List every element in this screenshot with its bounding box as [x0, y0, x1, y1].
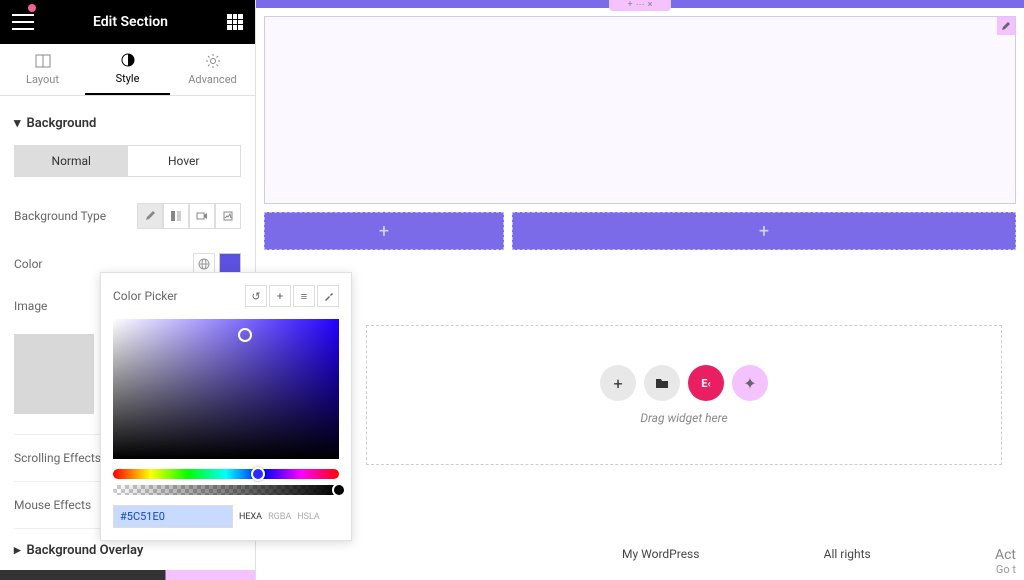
color-label: Color	[14, 257, 42, 271]
ai-button[interactable]: ✦	[732, 365, 768, 401]
gear-icon	[205, 53, 221, 69]
add-widget-button[interactable]: +	[600, 365, 636, 401]
plus-icon: +	[277, 290, 283, 303]
hamburger-icon[interactable]	[12, 14, 34, 30]
tab-style-label: Style	[116, 72, 140, 85]
background-heading-label: Background	[27, 116, 97, 131]
video-icon	[196, 210, 208, 222]
site-name: My WordPress	[622, 547, 699, 576]
add-column-left[interactable]: +	[264, 212, 504, 250]
plus-icon: +	[613, 374, 622, 393]
format-hexa[interactable]: HEXA	[239, 512, 262, 522]
columns-row: + +	[264, 212, 1016, 250]
format-rgba[interactable]: RGBA	[268, 512, 291, 522]
eyedropper-button[interactable]	[317, 285, 339, 307]
swatches-button[interactable]: ≡	[293, 285, 315, 307]
eyedropper-icon	[323, 291, 334, 302]
bg-type-label: Background Type	[14, 209, 106, 223]
edit-section-badge[interactable]	[997, 17, 1015, 35]
brush-icon	[144, 210, 156, 222]
hex-input[interactable]	[113, 505, 233, 528]
drag-hint-text: Drag widget here	[640, 411, 727, 425]
alpha-slider[interactable]	[113, 485, 339, 495]
contrast-icon	[120, 52, 136, 68]
tab-style[interactable]: Style	[85, 44, 170, 95]
panel-tabs: Layout Style Advanced	[0, 44, 255, 96]
tab-layout[interactable]: Layout	[0, 44, 85, 95]
reset-color-button[interactable]: ↺	[245, 285, 267, 307]
sv-cursor[interactable]	[238, 328, 252, 342]
add-color-button[interactable]: +	[269, 285, 291, 307]
close-icon: ×	[648, 0, 653, 10]
tab-advanced-label: Advanced	[188, 73, 236, 86]
panel-title: Edit Section	[93, 14, 168, 30]
state-toggle: Normal Hover	[14, 145, 241, 177]
color-picker-popover: Color Picker ↺ + ≡ HEXA RGBA HSLA	[100, 272, 352, 541]
normal-toggle[interactable]: Normal	[15, 146, 128, 176]
page-footer: My WordPress All rights Act Go t	[622, 547, 1016, 576]
tab-advanced[interactable]: Advanced	[170, 44, 255, 95]
mouse-effects-label: Mouse Effects	[14, 498, 91, 512]
plus-icon: +	[759, 221, 769, 242]
template-library-button[interactable]	[644, 365, 680, 401]
folder-icon	[654, 375, 670, 391]
globe-icon	[198, 258, 210, 270]
hue-handle[interactable]	[251, 467, 265, 481]
alpha-handle[interactable]	[332, 483, 346, 497]
columns-icon	[35, 53, 51, 69]
undo-icon: ↺	[251, 290, 260, 303]
plus-icon: +	[628, 0, 633, 10]
activate-sub: Go t	[995, 563, 1016, 576]
hue-slider[interactable]	[113, 469, 339, 479]
canvas-area: + ⋯ × + + + E‹ ✦ Drag widget here My Wor…	[256, 0, 1024, 580]
widgets-grid-icon[interactable]	[227, 14, 243, 30]
canvas-top-bar: + ⋯ ×	[256, 0, 1024, 8]
scrolling-effects-label: Scrolling Effects	[14, 451, 101, 465]
bg-type-slideshow[interactable]	[215, 203, 241, 229]
image-label: Image	[14, 299, 47, 313]
stack-icon: ≡	[301, 290, 307, 303]
color-picker-title: Color Picker	[113, 289, 178, 303]
sparkle-icon: ✦	[743, 374, 756, 393]
format-hsla[interactable]: HSLA	[297, 512, 320, 522]
pencil-icon	[1001, 21, 1011, 31]
dots-icon: ⋯	[636, 0, 645, 10]
panel-footer-bar	[0, 570, 255, 580]
ek-icon: E‹	[701, 377, 711, 390]
background-type-row: Background Type	[14, 191, 241, 241]
plus-icon: +	[379, 221, 389, 242]
add-column-right[interactable]: +	[512, 212, 1016, 250]
bg-type-video[interactable]	[189, 203, 215, 229]
elementskit-button[interactable]: E‹	[688, 365, 724, 401]
saturation-value-area[interactable]	[113, 319, 339, 459]
bg-overlay-heading-label: Background Overlay	[27, 543, 144, 558]
caret-down-icon: ▾	[14, 116, 21, 131]
notification-dot	[28, 4, 36, 12]
drag-widget-area[interactable]: + E‹ ✦ Drag widget here	[366, 325, 1002, 465]
rights-text: All rights	[824, 547, 871, 576]
caret-right-icon: ▸	[14, 543, 21, 558]
tab-layout-label: Layout	[26, 73, 59, 86]
sidebar-header: Edit Section	[0, 0, 255, 44]
slideshow-icon	[222, 210, 234, 222]
background-section-header[interactable]: ▾ Background	[14, 110, 241, 145]
section-container[interactable]	[264, 16, 1016, 204]
bg-type-classic[interactable]	[137, 203, 163, 229]
section-handle[interactable]: + ⋯ ×	[609, 0, 671, 11]
gradient-icon	[170, 210, 182, 222]
image-placeholder[interactable]	[14, 334, 94, 414]
activate-label: Act	[995, 547, 1016, 563]
hover-toggle[interactable]: Hover	[128, 146, 241, 176]
bg-type-gradient[interactable]	[163, 203, 189, 229]
